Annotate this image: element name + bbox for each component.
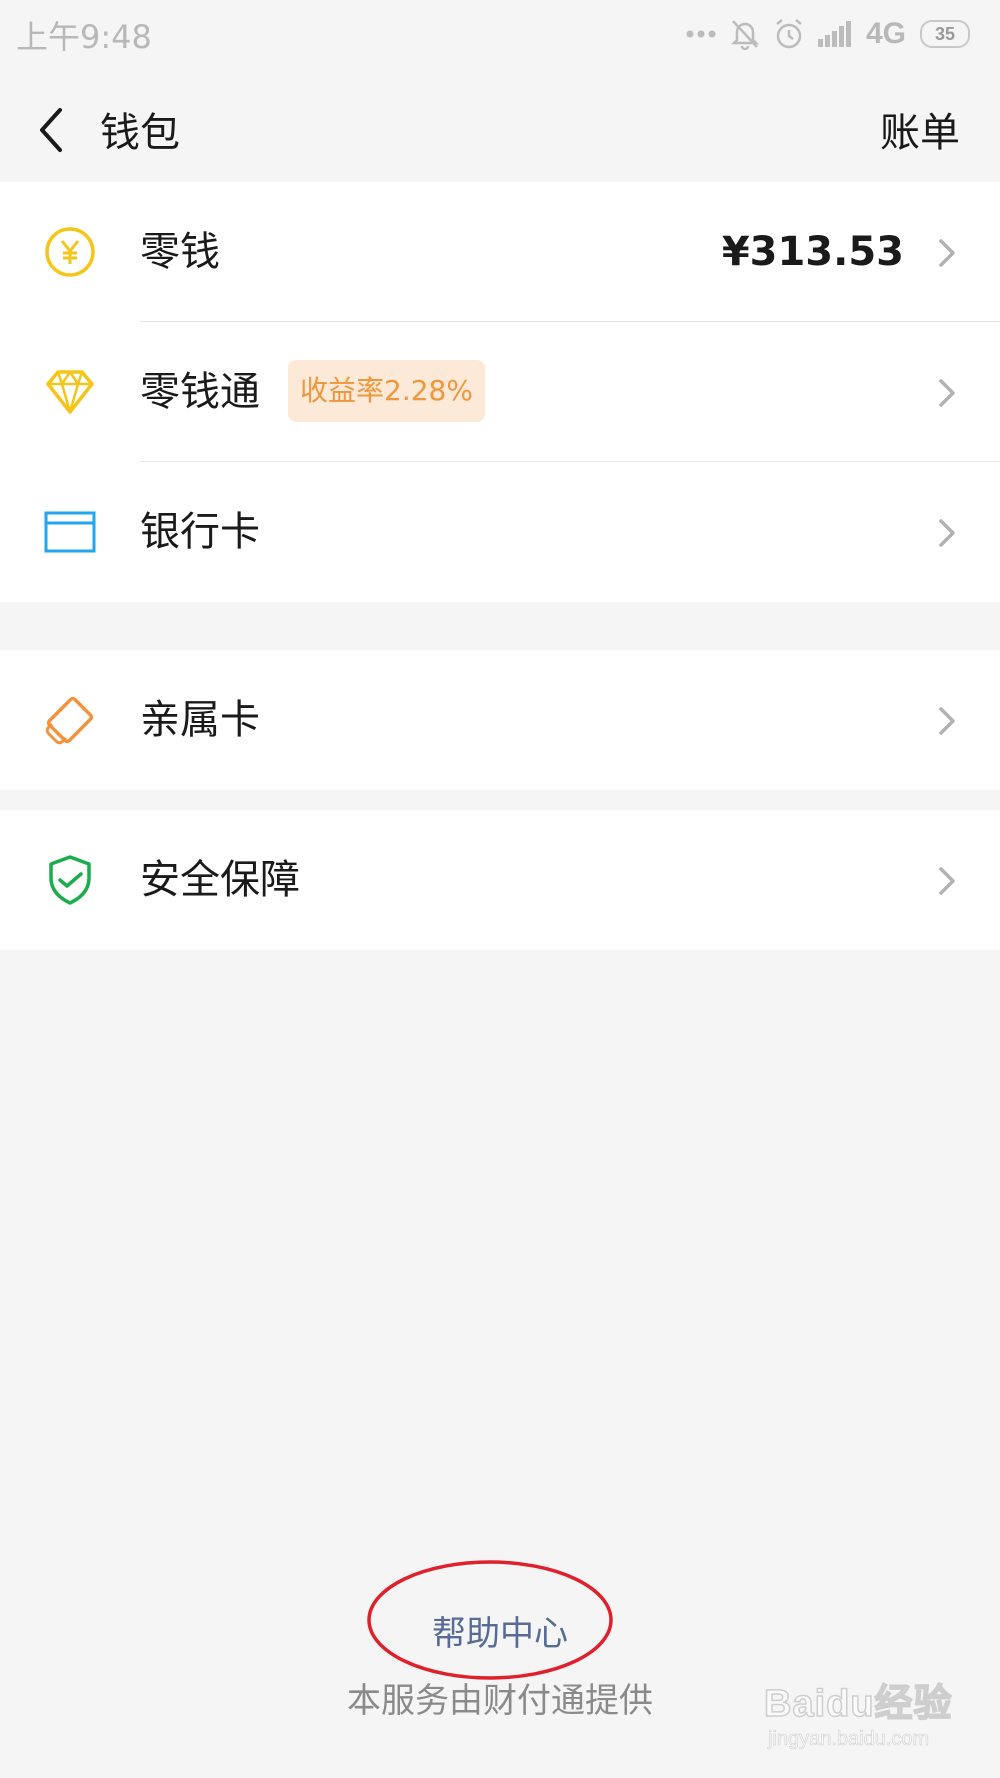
item-label-family-card: 亲属卡 xyxy=(140,697,260,743)
status-bar: 上午9:48 4G 35 xyxy=(0,0,1000,70)
list-item-security[interactable]: 安全保障 xyxy=(0,810,1000,950)
battery-icon: 35 xyxy=(920,20,970,48)
network-type: 4G xyxy=(865,17,906,50)
list-item-change-pass[interactable]: 零钱通 收益率2.28% xyxy=(0,322,1000,462)
page-title: 钱包 xyxy=(100,110,180,156)
chevron-right-icon xyxy=(938,866,956,896)
coin-icon xyxy=(44,226,96,278)
yield-badge: 收益率2.28% xyxy=(288,360,485,422)
chevron-right-icon xyxy=(938,518,956,548)
title-bar: 钱包 账单 xyxy=(0,70,1000,182)
list-item-family-card[interactable]: 亲属卡 xyxy=(0,650,1000,790)
back-arrow-icon xyxy=(30,108,80,164)
alarm-icon xyxy=(774,18,804,50)
list-item-bank-card[interactable]: 银行卡 xyxy=(0,462,1000,602)
item-label-security: 安全保障 xyxy=(140,857,300,903)
bank-card-icon xyxy=(44,506,96,558)
watermark-url: jingyan.baidu.com xyxy=(768,1728,930,1751)
annotation-ellipse xyxy=(367,1560,613,1680)
more-dots-icon xyxy=(686,29,716,39)
wallet-group: 零钱 ¥313.53 零钱通 收益率2.28% 银行卡 xyxy=(0,182,1000,602)
status-time: 上午9:48 xyxy=(16,18,152,56)
baidu-watermark: Baidu经验 jingyan.baidu.com xyxy=(763,1672,974,1762)
back-button[interactable] xyxy=(30,100,80,160)
chevron-right-icon xyxy=(938,706,956,736)
watermark-logo: Baidu经验 xyxy=(763,1682,953,1726)
item-label-change: 零钱 xyxy=(140,229,220,275)
family-card-icon xyxy=(44,694,96,746)
item-label-bank-card: 银行卡 xyxy=(140,509,260,555)
security-group: 安全保障 xyxy=(0,810,1000,950)
shield-check-icon xyxy=(44,854,96,906)
balance-amount: ¥313.53 xyxy=(721,229,904,275)
list-item-change[interactable]: 零钱 ¥313.53 xyxy=(0,182,1000,322)
signal-icon xyxy=(817,21,852,47)
chevron-right-icon xyxy=(938,378,956,408)
mute-icon xyxy=(730,18,760,50)
family-card-group: 亲属卡 xyxy=(0,650,1000,790)
bill-button[interactable]: 账单 xyxy=(880,100,960,158)
status-icons: 4G 35 xyxy=(686,14,970,54)
diamond-icon xyxy=(44,366,96,418)
item-label-change-pass: 零钱通 xyxy=(140,369,260,415)
chevron-right-icon xyxy=(938,238,956,268)
